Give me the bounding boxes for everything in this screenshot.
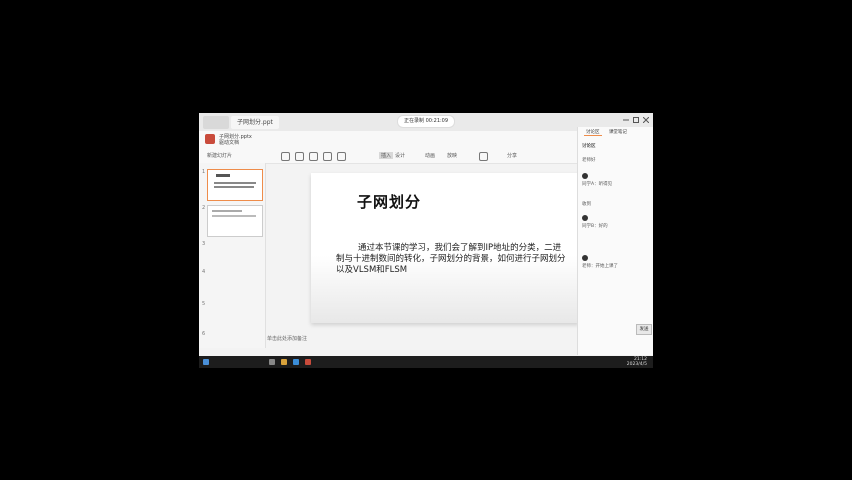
system-clock[interactable]: 21:12 2023/4/5 (627, 357, 647, 367)
slide-body-text[interactable]: 通过本节课的学习，我们会了解到IP地址的分类，二进制与十进制数间的转化，子网划分… (336, 243, 568, 276)
file-location: 驱动文档 (219, 140, 240, 146)
home-tab[interactable] (203, 116, 229, 129)
clock-date: 2023/4/5 (626, 362, 647, 367)
slide-thumbnail[interactable] (207, 169, 263, 201)
file-name-block: 子网划分.pptx 驱动文档 (219, 134, 252, 146)
chat-message: 收到 (582, 202, 591, 207)
slide-thumbnail-panel: 1 2 3 4 5 6 (199, 163, 266, 348)
slide-canvas[interactable]: 子网划分 通过本节课的学习，我们会了解到IP地址的分类，二进制与十进制数间的转化… (311, 173, 579, 323)
slide-title[interactable]: 子网划分 (357, 191, 421, 212)
chat-header: 讨论区 (582, 144, 596, 149)
minimize-icon[interactable] (623, 117, 629, 123)
slideshow-tab[interactable]: 放映 (447, 152, 457, 159)
send-button[interactable]: 发送 (636, 324, 652, 335)
slide-number: 3 (202, 241, 206, 247)
maximize-icon[interactable] (633, 117, 639, 123)
tab-notes[interactable]: 课堂笔记 (607, 130, 629, 135)
document-tab[interactable]: 子网划分.ppt (231, 116, 279, 129)
recording-indicator[interactable]: 正在录制 00:21:09 (397, 115, 456, 128)
share-button[interactable]: 分享 (507, 152, 517, 159)
search-icon[interactable] (269, 359, 275, 365)
taskbar: 21:12 2023/4/5 (199, 356, 653, 368)
avatar (582, 215, 588, 221)
ppt-app-icon[interactable] (305, 359, 311, 365)
browser-icon[interactable] (293, 359, 299, 365)
redo-icon[interactable] (295, 152, 304, 161)
avatar (582, 173, 588, 179)
chat-tab-bar: 讨论区 课堂笔记 (584, 129, 629, 139)
chat-panel: 讨论区 课堂笔记 讨论区 老师好 同学A：听得见 收到 同学B：好的 老师：开始… (577, 127, 653, 355)
slide-thumbnail[interactable] (207, 205, 263, 237)
notes-placeholder[interactable]: 单击此处添加备注 (267, 335, 307, 342)
folder-icon[interactable] (281, 359, 287, 365)
text-box-icon[interactable] (323, 152, 332, 161)
undo-icon[interactable] (281, 152, 290, 161)
slide-number: 1 (202, 169, 206, 175)
design-tab[interactable]: 设计 (395, 152, 405, 159)
insert-tab[interactable]: 插入 (379, 152, 394, 159)
slide-number: 2 (202, 205, 206, 211)
new-slide-button[interactable]: 新建幻灯片 (207, 152, 232, 159)
start-icon[interactable] (203, 359, 209, 365)
avatar (582, 255, 588, 261)
slide-number: 4 (202, 269, 206, 275)
tab-discussion[interactable]: 讨论区 (584, 130, 602, 136)
chat-message: 同学B：好的 (582, 224, 608, 229)
format-painter-icon[interactable] (309, 152, 318, 161)
chat-message: 同学A：听得见 (582, 182, 613, 187)
shape-icon[interactable] (337, 152, 346, 161)
image-icon[interactable] (479, 152, 488, 161)
slide-number: 6 (202, 331, 206, 337)
app-logo-icon (205, 134, 215, 144)
close-icon[interactable] (643, 117, 649, 123)
chat-message: 老师好 (582, 158, 596, 163)
slide-number: 5 (202, 301, 206, 307)
animation-tab[interactable]: 动画 (425, 152, 435, 159)
remote-desktop-screen: 子网划分.ppt 正在录制 00:21:09 子网划分.pptx 驱动文档 新建… (199, 113, 653, 368)
chat-message: 老师：开始上课了 (582, 264, 618, 269)
